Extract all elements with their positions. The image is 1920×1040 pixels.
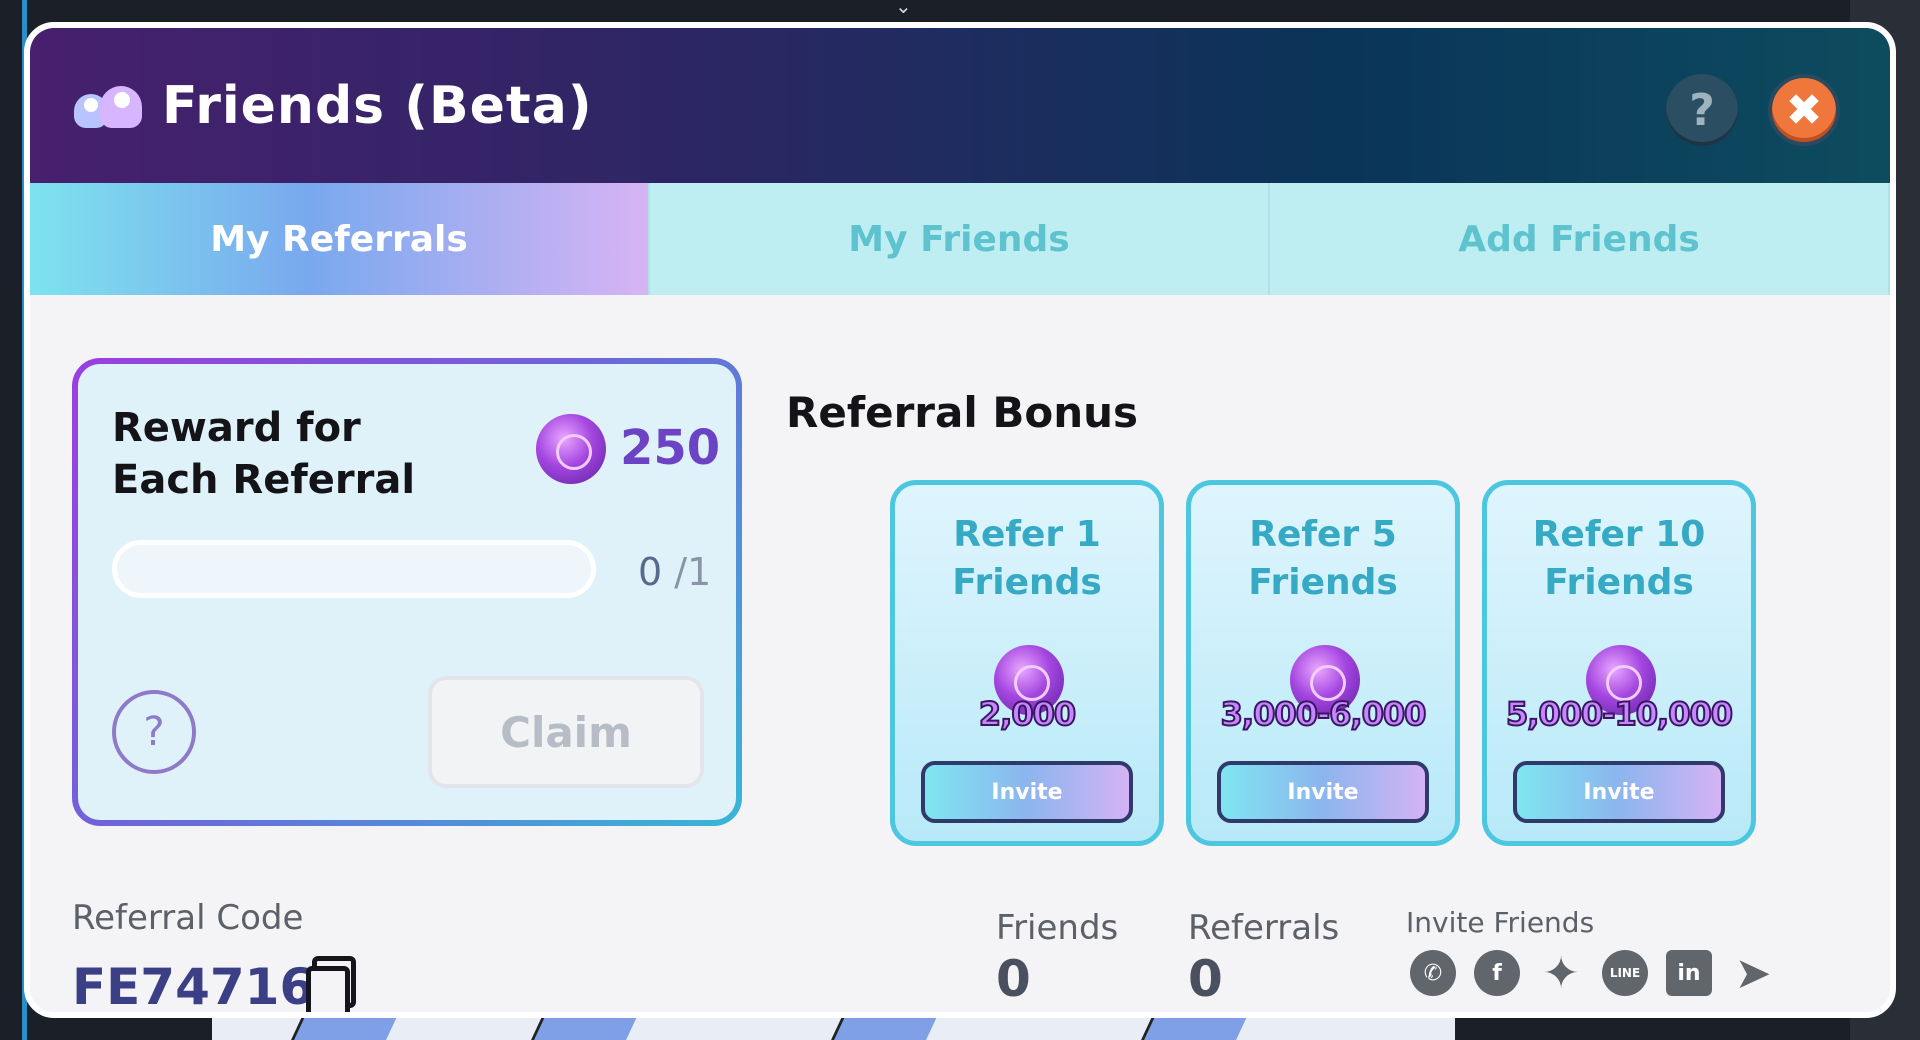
modal-title: Friends (Beta) bbox=[162, 75, 593, 136]
bonus-card-label: Refer 1 Friends bbox=[952, 514, 1102, 603]
friends-count-label: Friends bbox=[996, 908, 1119, 948]
telegram-icon[interactable]: ➤ bbox=[1730, 948, 1776, 999]
bonus-card-5: Refer 5 Friends 3,000-6,000 Invite bbox=[1186, 480, 1460, 846]
invite-friends-label: Invite Friends bbox=[1406, 906, 1595, 939]
bonus-card-label: Refer 10 Friends bbox=[1532, 514, 1706, 603]
referral-bonus-title: Referral Bonus bbox=[786, 388, 1139, 437]
bonus-card-1: Refer 1 Friends 2,000 Invite bbox=[890, 480, 1164, 846]
tab-add-friends[interactable]: Add Friends bbox=[1270, 183, 1890, 295]
facebook-icon[interactable]: f bbox=[1474, 950, 1520, 996]
invite-button[interactable]: Invite bbox=[1217, 761, 1429, 823]
friends-count: 0 bbox=[996, 950, 1031, 1008]
bonus-amount: 2,000 bbox=[978, 694, 1077, 734]
tab-my-referrals[interactable]: My Referrals bbox=[30, 183, 650, 295]
reward-title: Reward for Each Referral bbox=[112, 405, 416, 503]
referrals-count: 0 bbox=[1188, 950, 1223, 1008]
chevron-down-icon: ⌄ bbox=[895, 0, 912, 18]
friends-modal: Friends (Beta) ? ✖ My Referrals My Frien… bbox=[24, 22, 1896, 1018]
referrals-count-label: Referrals bbox=[1188, 908, 1340, 948]
progress-current: 0 bbox=[638, 550, 663, 594]
bonus-card-label: Refer 5 Friends bbox=[1248, 514, 1398, 603]
whatsapp-icon[interactable]: ✆ bbox=[1410, 950, 1456, 996]
help-button[interactable]: ? bbox=[1666, 74, 1738, 146]
linkedin-icon[interactable]: in bbox=[1666, 950, 1712, 996]
reward-help-button[interactable]: ? bbox=[112, 690, 196, 774]
tab-bar: My Referrals My Friends Add Friends bbox=[30, 183, 1890, 295]
friends-icon bbox=[74, 82, 146, 130]
copy-icon[interactable] bbox=[306, 956, 366, 1012]
reward-card: Reward for Each Referral 250 0 /1 ? Clai… bbox=[72, 358, 742, 826]
invite-button[interactable]: Invite bbox=[1513, 761, 1725, 823]
line-icon[interactable]: LINE bbox=[1602, 950, 1648, 996]
reward-amount: 250 bbox=[620, 420, 721, 476]
referral-progress-bar bbox=[112, 540, 596, 598]
claim-button[interactable]: Claim bbox=[428, 676, 704, 788]
invite-button[interactable]: Invite bbox=[921, 761, 1133, 823]
bonus-amount: 5,000-10,000 bbox=[1505, 694, 1734, 734]
galaxy-coin-icon bbox=[536, 414, 606, 484]
twitter-icon[interactable]: ✦ bbox=[1538, 948, 1584, 999]
close-button[interactable]: ✖ bbox=[1768, 74, 1840, 146]
progress-count: 0 /1 bbox=[638, 550, 711, 594]
referral-code-label: Referral Code bbox=[72, 898, 304, 938]
modal-header: Friends (Beta) ? ✖ bbox=[30, 28, 1890, 183]
tab-my-friends[interactable]: My Friends bbox=[650, 183, 1270, 295]
bonus-amount: 3,000-6,000 bbox=[1220, 694, 1428, 734]
bonus-card-10: Refer 10 Friends 5,000-10,000 Invite bbox=[1482, 480, 1756, 846]
progress-max: /1 bbox=[674, 550, 712, 594]
